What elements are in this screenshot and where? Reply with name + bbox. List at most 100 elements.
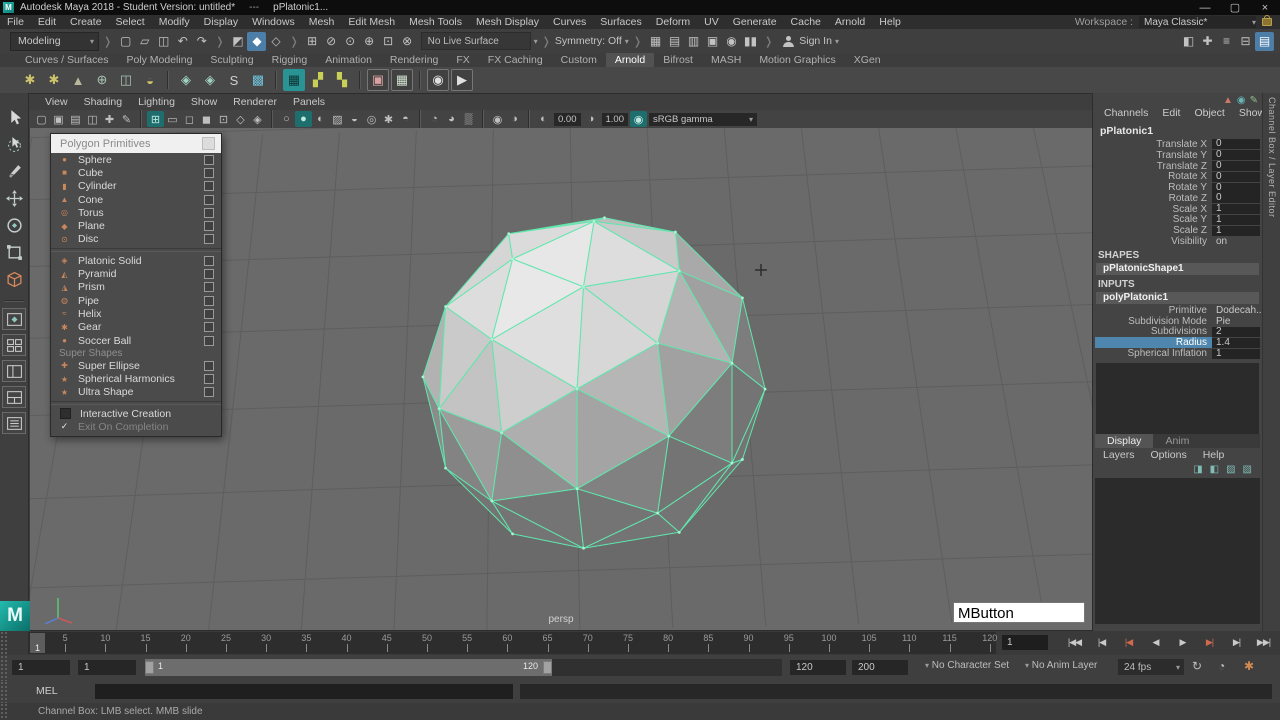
menu-help[interactable]: Help — [872, 15, 908, 29]
auto-keyframe-icon[interactable]: ✱ — [1244, 659, 1254, 673]
option-box[interactable] — [204, 181, 214, 192]
ipr-render-icon[interactable]: ▥ — [684, 32, 703, 51]
channel-row-rotate-y[interactable]: Rotate Y 0 — [1095, 182, 1260, 193]
select-object-icon[interactable]: ◆ — [247, 31, 267, 51]
single-pane-layout-icon[interactable] — [2, 308, 26, 330]
live-surface-button[interactable]: No Live Surface — [420, 32, 531, 50]
menu-item-cylinder[interactable]: ▮ Cylinder — [51, 180, 221, 193]
lasso-tool-icon[interactable] — [2, 132, 26, 156]
shelf-tab-bifrost[interactable]: Bifrost — [654, 53, 702, 67]
range-end-handle[interactable] — [543, 661, 552, 674]
channel-value[interactable]: Dodecah... — [1212, 305, 1264, 316]
shelf-tab-xgen[interactable]: XGen — [845, 53, 890, 67]
menu-windows[interactable]: Windows — [245, 15, 302, 29]
snap-grid-icon[interactable]: ⊞ — [303, 32, 322, 51]
view-transform-select[interactable]: sRGB gamma ▾ — [649, 112, 757, 126]
viewport-menu-view[interactable]: View — [37, 96, 76, 108]
curve-collector-icon[interactable]: S — [223, 69, 245, 91]
viewport-menu-renderer[interactable]: Renderer — [225, 96, 285, 108]
shelf-tab-sculpting[interactable]: Sculpting — [201, 53, 262, 67]
gamma-icon[interactable]: ◑ — [583, 111, 600, 127]
menu-item-spherical-harmonics[interactable]: ★ Spherical Harmonics — [51, 372, 221, 385]
layer-menu-options[interactable]: Options — [1143, 448, 1195, 462]
snap-curve-icon[interactable]: ⊘ — [322, 32, 341, 51]
new-layer-from-selected-icon[interactable]: ▧ — [1243, 464, 1252, 475]
menu-item-exit-on-completion[interactable]: ✓ Exit On Completion — [51, 420, 221, 433]
menu-create[interactable]: Create — [63, 15, 109, 29]
anim-layer-select[interactable]: ▾ No Anim Layer — [1022, 660, 1097, 671]
scale-tool-icon[interactable] — [2, 240, 26, 264]
shelf-tab-fx-caching[interactable]: FX Caching — [479, 53, 552, 67]
layer-list[interactable] — [1095, 478, 1260, 624]
option-box[interactable] — [204, 322, 214, 333]
step-forward-frame-button[interactable]: ▶| — [1223, 633, 1250, 652]
new-empty-layer-icon[interactable]: ▨ — [1226, 464, 1235, 475]
shadows-icon[interactable]: ◓ — [397, 111, 414, 127]
range-slider-track[interactable]: 1 120 — [145, 659, 782, 676]
rotate-tool-icon[interactable] — [2, 213, 26, 237]
textured-icon[interactable]: ▨ — [329, 111, 346, 127]
smooth-shade-icon[interactable]: ● — [295, 111, 312, 127]
standin-icon[interactable]: ◈ — [175, 69, 197, 91]
option-box[interactable] — [204, 374, 214, 385]
menu-item-sphere[interactable]: ● Sphere — [51, 153, 221, 166]
shelf-tab-arnold[interactable]: Arnold — [605, 53, 655, 67]
modeling-toolkit-icon[interactable]: ◧ — [1179, 32, 1198, 51]
layer-tab-display[interactable]: Display — [1095, 434, 1154, 448]
use-default-material-icon[interactable]: ◒ — [346, 111, 363, 127]
option-box[interactable] — [204, 295, 214, 306]
standin-export-icon[interactable]: ◈ — [199, 69, 221, 91]
channel-row-scale-y[interactable]: Scale Y 1 — [1095, 214, 1260, 225]
pause-viewport-icon[interactable]: ▮▮ — [741, 32, 760, 51]
channel-row-radius[interactable]: Radius 1.4 — [1095, 337, 1260, 349]
anim-preferences-icon[interactable]: ◔ — [1218, 659, 1225, 673]
field-chart-icon[interactable]: ⊡ — [215, 111, 232, 127]
mesh-light-icon[interactable]: ⊕ — [91, 69, 113, 91]
render-selected-icon[interactable]: ▦ — [391, 69, 413, 91]
shelf-tab-poly-modeling[interactable]: Poly Modeling — [117, 53, 201, 67]
new-scene-icon[interactable]: ▢ — [116, 32, 135, 51]
menu-item-prism[interactable]: ◮ Prism — [51, 281, 221, 294]
node-name[interactable]: pPlatonic1 — [1095, 123, 1260, 139]
gamma-field[interactable]: 1.00 — [601, 112, 628, 126]
menu-item-interactive-creation[interactable]: Interactive Creation — [51, 407, 221, 420]
grease-pencil-icon[interactable]: ✎ — [118, 111, 135, 127]
wireframe-on-shaded-icon[interactable]: ◎ — [363, 111, 380, 127]
option-box[interactable] — [204, 335, 214, 346]
isolate-select-icon[interactable]: ◉ — [489, 111, 506, 127]
layer-tab-anim[interactable]: Anim — [1153, 434, 1201, 448]
menu-item-soccer-ball[interactable]: ● Soccer Ball — [51, 334, 221, 347]
select-tool-icon[interactable] — [2, 105, 26, 129]
menu-surfaces[interactable]: Surfaces — [593, 15, 648, 29]
menu-arnold[interactable]: Arnold — [828, 15, 872, 29]
current-time-field[interactable]: 1 — [1002, 635, 1048, 650]
snap-point-icon[interactable]: ⊙ — [341, 32, 360, 51]
open-scene-icon[interactable]: ▱ — [135, 32, 154, 51]
menu-mesh-display[interactable]: Mesh Display — [469, 15, 546, 29]
photometric-light-icon[interactable]: ▲ — [67, 69, 89, 91]
shape-node-name[interactable]: pPlatonicShape1 — [1096, 262, 1259, 275]
viewport-menu-panels[interactable]: Panels — [285, 96, 333, 108]
channel-box-menu-edit[interactable]: Edit — [1155, 107, 1187, 119]
mel-input[interactable] — [95, 684, 513, 699]
playback-end-field[interactable]: 120 — [790, 660, 846, 675]
snap-view-plane-icon[interactable]: ⊡ — [379, 32, 398, 51]
grid-icon[interactable]: ⊞ — [147, 111, 164, 127]
playback-range-bar[interactable]: 1 120 — [145, 659, 552, 676]
channel-value[interactable]: 0 — [1212, 139, 1260, 150]
four-pane-layout-icon[interactable] — [2, 334, 26, 356]
render-region-icon[interactable]: ▣ — [367, 69, 389, 91]
light-portal-icon[interactable]: ◫ — [115, 69, 137, 91]
camera-attributes-icon[interactable]: ▣ — [50, 111, 67, 127]
time-slider-track[interactable]: 1 5 10 15 20 25 30 35 40 45 50 55 60 65 70 75 80 85 90 95 1… — [28, 632, 997, 654]
step-forward-key-button[interactable]: ▶| — [1196, 633, 1223, 652]
motion-blur-icon[interactable]: ◕ — [443, 111, 460, 127]
tear-off-grip[interactable] — [202, 137, 215, 150]
open-render-view-icon[interactable]: ▦ — [646, 32, 665, 51]
hik-character-icon[interactable]: ✚ — [1198, 32, 1217, 51]
menu-item-helix[interactable]: ≈ Helix — [51, 307, 221, 320]
option-box[interactable] — [204, 269, 214, 280]
option-box[interactable] — [204, 360, 214, 371]
channel-value[interactable]: 2 — [1212, 326, 1260, 337]
shelf-tab-rendering[interactable]: Rendering — [381, 53, 447, 67]
